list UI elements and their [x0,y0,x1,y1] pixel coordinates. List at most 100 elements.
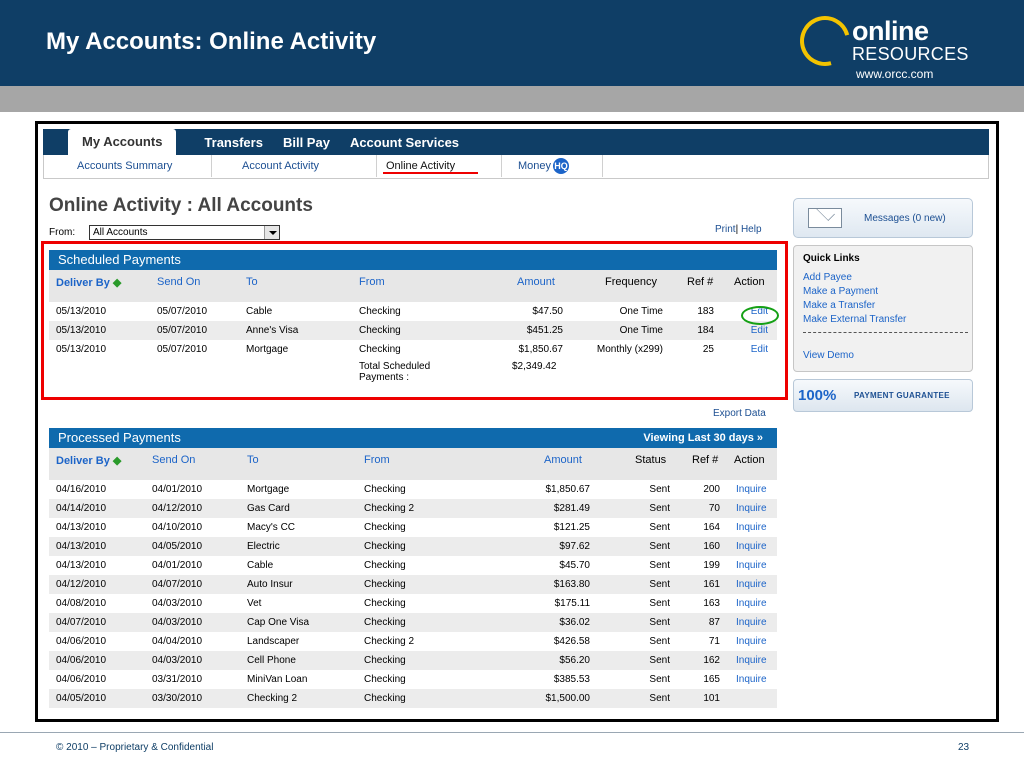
subtab-money[interactable]: Money HQ [503,155,603,177]
tab-bill-pay[interactable]: Bill Pay [283,135,330,155]
print-link[interactable]: Print [715,224,736,235]
cell-from: Checking [364,598,406,609]
cell-to: Checking 2 [247,693,298,704]
cell-ref: 101 [703,693,720,704]
page-number: 23 [958,742,970,753]
dropdown-arrow-icon [264,226,279,239]
inquire-link[interactable]: Inquire [736,655,767,666]
inquire-link[interactable]: Inquire [736,503,767,514]
col-amount[interactable]: Amount [544,454,582,466]
cell-to: Cell Phone [247,655,296,666]
cell-deliver-by: 04/06/2010 [56,674,107,685]
export-data-link[interactable]: Export Data [713,408,766,419]
view-demo-link[interactable]: View Demo [803,350,854,361]
banking-screenshot: My Accounts Transfers Bill Pay Account S… [35,121,999,722]
logo-text-top: online [852,16,929,46]
inquire-link[interactable]: Inquire [736,541,767,552]
table-row: 04/06/2010 04/03/2010 Cell Phone Checking $5… [49,651,777,670]
subtab-account-activity[interactable]: Account Activity [227,155,377,177]
col-status: Status [635,454,667,466]
col-ref: Ref # [692,454,719,466]
cell-deliver-by: 04/16/2010 [56,484,107,495]
subtab-accounts-summary[interactable]: Accounts Summary [62,155,212,177]
link-separator: | [735,224,739,235]
inquire-link[interactable]: Inquire [736,484,767,495]
cell-ref: 163 [703,598,720,609]
payment-guarantee-badge[interactable]: 100% PAYMENT GUARANTEE [793,379,973,412]
cell-from: Checking [364,617,406,628]
col-from[interactable]: From [364,454,390,466]
top-links: Print| Help [715,224,762,235]
inquire-link[interactable]: Inquire [736,579,767,590]
table-row: 04/06/2010 03/31/2010 MiniVan Loan Checking… [49,670,777,689]
cell-to: Mortgage [247,484,290,495]
cell-ref: 70 [708,503,720,514]
processed-payments-header: Processed Payments Viewing Last 30 days … [49,428,777,448]
processed-payments-title: Processed Payments [58,430,181,445]
help-link[interactable]: Help [741,224,762,235]
col-deliver-by[interactable]: Deliver By ◆ [56,454,121,467]
cell-send-on: 04/10/2010 [152,522,203,533]
cell-to: Macy's CC [247,522,296,533]
cell-send-on: 04/01/2010 [152,560,203,571]
col-to[interactable]: To [247,454,259,466]
tab-transfers[interactable]: Transfers [204,135,263,155]
inquire-link[interactable]: Inquire [736,560,767,571]
cell-amount: $281.49 [553,503,590,514]
quick-links-title: Quick Links [803,253,860,264]
logo-ring-icon [790,6,860,76]
inquire-link[interactable]: Inquire [736,674,767,685]
inquire-link[interactable]: Inquire [736,598,767,609]
table-row: 04/07/2010 04/03/2010 Cap One Visa Checking… [49,613,777,632]
cell-status: Sent [649,674,670,685]
messages-box[interactable]: Messages (0 new) [793,198,973,238]
cell-ref: 71 [708,636,720,647]
cell-status: Sent [649,560,670,571]
processed-column-headers: Deliver By ◆ Send On To From Amount Statu… [49,448,777,480]
cell-send-on: 03/30/2010 [152,693,203,704]
cell-send-on: 03/31/2010 [152,674,203,685]
table-row: 04/12/2010 04/07/2010 Auto Insur Checking $1… [49,575,777,594]
cell-deliver-by: 04/13/2010 [56,522,107,533]
cell-deliver-by: 04/06/2010 [56,655,107,666]
account-select[interactable]: All Accounts [89,225,280,240]
tab-account-services[interactable]: Account Services [350,135,459,155]
cell-status: Sent [649,484,670,495]
cell-from: Checking [364,674,406,685]
cell-from: Checking [364,484,406,495]
quick-link-add-payee[interactable]: Add Payee [803,272,852,283]
quick-link-external-transfer[interactable]: Make External Transfer [803,314,906,325]
cell-from: Checking [364,579,406,590]
cell-deliver-by: 04/13/2010 [56,541,107,552]
cell-to: Cable [247,560,274,571]
table-row: 04/13/2010 04/05/2010 Electric Checking $97.… [49,537,777,556]
cell-send-on: 04/03/2010 [152,598,203,609]
guarantee-text: PAYMENT GUARANTEE [854,391,950,400]
table-row: 04/08/2010 04/03/2010 Vet Checking $175.11 Se… [49,594,777,613]
cell-to: Gas Card [247,503,290,514]
subtab-money-label: Money [518,160,552,172]
slide-header: My Accounts: Online Activity online RESO… [0,0,1024,86]
inquire-link[interactable]: Inquire [736,636,767,647]
viewing-range-link[interactable]: Viewing Last 30 days » [643,428,763,448]
tab-my-accounts[interactable]: My Accounts [68,129,177,155]
messages-link[interactable]: Messages (0 new) [864,213,946,224]
cell-amount: $175.11 [554,598,590,609]
quick-link-make-transfer[interactable]: Make a Transfer [803,300,875,311]
inquire-link[interactable]: Inquire [736,522,767,533]
cell-status: Sent [649,636,670,647]
quick-link-make-payment[interactable]: Make a Payment [803,286,878,297]
cell-ref: 162 [703,655,720,666]
processed-rows: 04/16/2010 04/01/2010 Mortgage Checking $1,8… [49,480,777,708]
inquire-link[interactable]: Inquire [736,617,767,628]
table-row: 04/13/2010 04/01/2010 Cable Checking $45.70 S… [49,556,777,575]
cell-amount: $97.62 [559,541,590,552]
active-subtab-underline [383,172,478,174]
table-row: 04/13/2010 04/10/2010 Macy's CC Checking $12… [49,518,777,537]
cell-deliver-by: 04/06/2010 [56,636,107,647]
col-send-on[interactable]: Send On [152,454,195,466]
envelope-icon [808,208,842,228]
cell-status: Sent [649,522,670,533]
cell-ref: 164 [703,522,720,533]
from-label: From: [49,227,76,238]
